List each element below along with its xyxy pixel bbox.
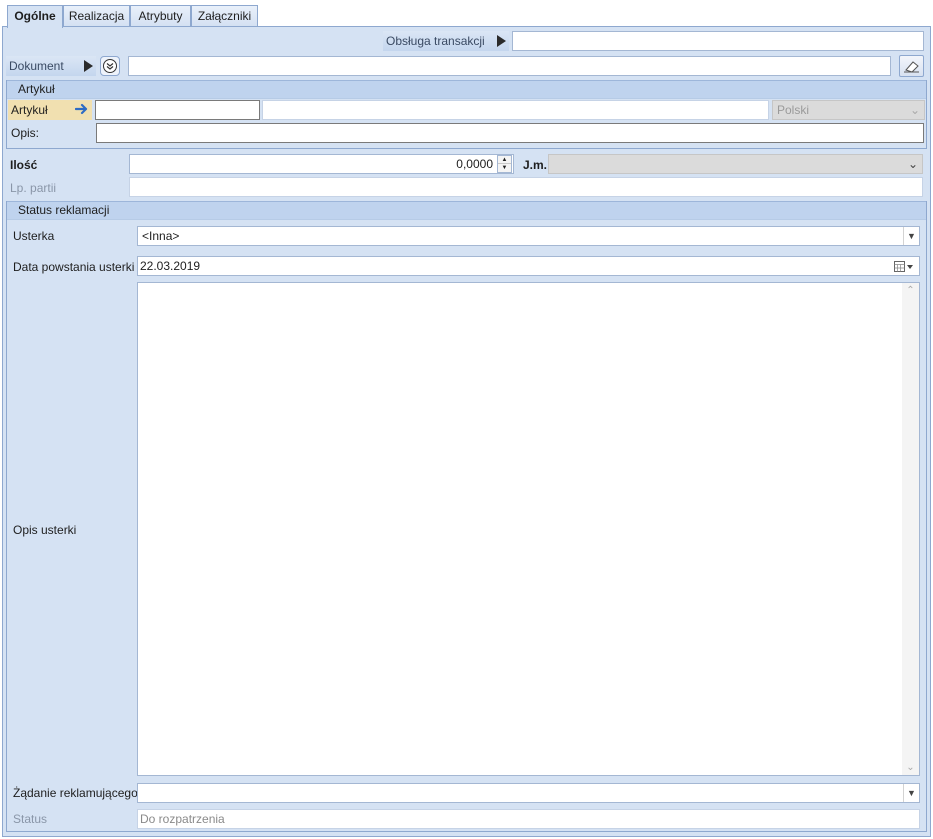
article-description-input[interactable]: [96, 123, 924, 143]
batch-input: [129, 177, 923, 197]
defect-label: Usterka: [13, 229, 55, 243]
arrow-right-icon: [74, 102, 89, 122]
scroll-down-icon[interactable]: ⌄: [902, 762, 919, 773]
status-group-header: Status reklamacji: [7, 201, 926, 220]
transaction-button[interactable]: Obsługa transakcji: [383, 31, 509, 51]
unit-label: J.m.: [523, 158, 548, 172]
quantity-label: Ilość: [10, 158, 38, 172]
article-description-label: Opis:: [11, 126, 40, 140]
tab-zalaczniki[interactable]: Załączniki: [191, 5, 258, 27]
demand-label: Żądanie reklamującego: [13, 786, 138, 800]
scrollbar[interactable]: ⌃ ⌄: [902, 283, 919, 775]
chevron-down-icon: ⌄: [909, 103, 920, 117]
article-name-input: [262, 100, 769, 120]
chevron-down-icon: ⌄: [907, 157, 918, 171]
dropdown-arrow-icon[interactable]: ▼: [903, 784, 919, 802]
date-value: 22.03.2019: [140, 259, 201, 273]
play-icon: [84, 60, 93, 72]
language-value: Polski: [777, 103, 810, 117]
tab-ogolne[interactable]: Ogólne: [7, 5, 63, 28]
play-icon: [497, 35, 506, 47]
transaction-input[interactable]: [512, 31, 924, 51]
quantity-input[interactable]: 0,0000: [129, 154, 514, 174]
tab-realizacja[interactable]: Realizacja: [63, 5, 130, 27]
batch-label: Lp. partii: [10, 181, 57, 195]
defect-description-textarea[interactable]: ⌃ ⌄: [137, 282, 920, 776]
document-input[interactable]: [128, 56, 891, 76]
defect-value: <Inna>: [142, 229, 180, 243]
tab-label: Załączniki: [197, 9, 252, 23]
stepper-up-icon[interactable]: ▲: [498, 156, 511, 164]
article-label: Artykuł: [11, 103, 48, 117]
status-input: Do rozpatrzenia: [137, 809, 920, 829]
stepper-down-icon[interactable]: ▼: [498, 164, 511, 172]
article-group-title: Artykuł: [18, 82, 55, 96]
quantity-value: 0,0000: [456, 157, 493, 171]
article-group-header: Artykuł: [7, 80, 926, 99]
tab-atrybuty[interactable]: Atrybuty: [130, 5, 191, 27]
tab-label: Realizacja: [68, 9, 125, 23]
document-label: Dokument: [9, 59, 64, 73]
eraser-icon[interactable]: [899, 55, 924, 77]
language-select: Polski ⌄: [772, 100, 925, 120]
tab-label: Atrybuty: [138, 9, 183, 23]
transaction-label: Obsługa transakcji: [386, 34, 485, 48]
tab-label: Ogólne: [14, 9, 56, 23]
calendar-icon[interactable]: [894, 260, 914, 275]
date-input[interactable]: 22.03.2019: [137, 256, 920, 276]
demand-select[interactable]: ▼: [137, 783, 920, 803]
date-label: Data powstania usterki: [13, 260, 135, 274]
scroll-up-icon[interactable]: ⌃: [902, 285, 919, 296]
article-code-input[interactable]: [95, 100, 260, 120]
defect-description-label: Opis usterki: [13, 523, 77, 537]
dropdown-arrow-icon[interactable]: ▼: [903, 227, 919, 245]
unit-select[interactable]: ⌄: [548, 154, 923, 174]
article-button[interactable]: Artykuł: [8, 100, 92, 120]
status-label: Status: [13, 812, 48, 826]
document-button[interactable]: Dokument: [6, 56, 96, 76]
expand-icon[interactable]: [100, 56, 120, 76]
status-value: Do rozpatrzenia: [140, 812, 225, 826]
status-group-title: Status reklamacji: [18, 203, 110, 217]
quantity-stepper[interactable]: ▲ ▼: [497, 155, 512, 173]
defect-select[interactable]: <Inna> ▼: [137, 226, 920, 246]
